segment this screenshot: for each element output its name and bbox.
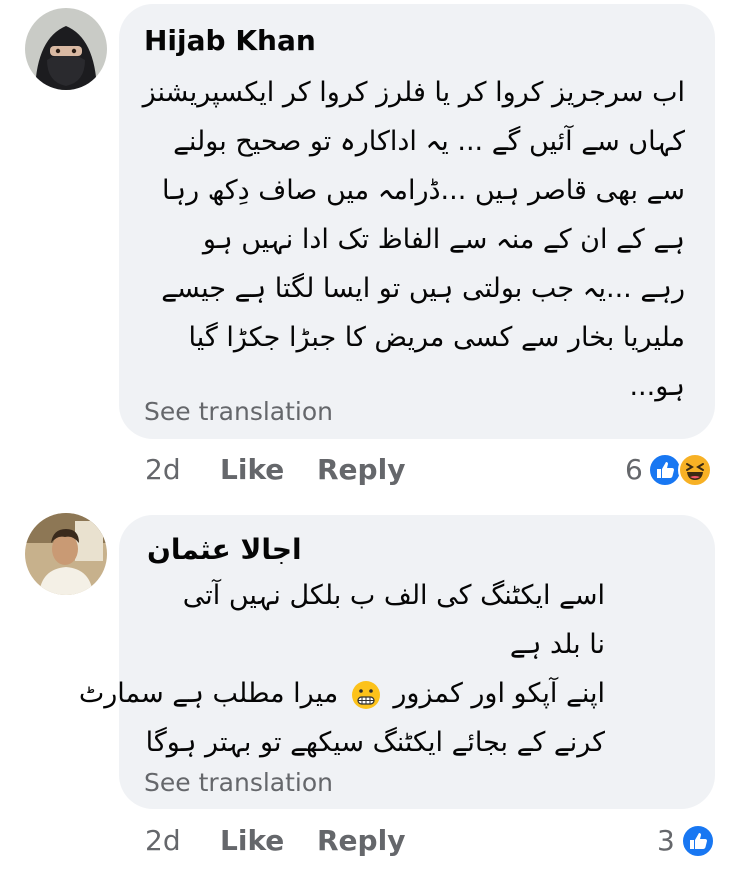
reaction-count[interactable]: 3 — [657, 821, 675, 861]
comment-bubble: اجالا عثمان اسے ایکٹنگ کی الف ب بلکل نہی… — [79, 515, 715, 809]
comment-actions: 2d Like Reply 6 — [145, 450, 715, 490]
like-reaction-icon[interactable] — [648, 453, 682, 487]
avatar[interactable] — [25, 8, 107, 90]
comment-line-with-emoji: اپنے آپکو اور کمزور میرا مطلب ہے سمارٹ — [79, 669, 605, 718]
comment-line: اسے ایکٹنگ کی الف ب بلکل نہیں آتی — [182, 580, 605, 611]
avatar-hijab-icon — [25, 8, 107, 90]
comment-bubble: Hijab Khan اب سرجریز کروا کر یا فلرز کرو… — [119, 4, 715, 439]
reply-button[interactable]: Reply — [317, 450, 405, 490]
reaction-count[interactable]: 6 — [625, 450, 643, 490]
like-button[interactable]: Like — [220, 450, 284, 490]
comment-text: اب سرجریز کروا کر یا فلرز کروا کر ایکسپر… — [143, 68, 685, 411]
comment-line: اب سرجریز کروا کر یا فلرز کروا کر ایکسپر… — [142, 77, 685, 108]
timestamp[interactable]: 2d — [145, 450, 181, 490]
like-button[interactable]: Like — [220, 821, 284, 861]
comment-line: رہے ...یہ جب بولتی ہیں تو ایسا لگتا ہے ج… — [161, 273, 685, 304]
comment-line: ہے کے ان کے منہ سے الفاظ تک ادا نہیں ہو — [202, 224, 685, 255]
comment-line: سے بھی قاصر ہیں ...ڈرامہ میں صاف دِکھ رہ… — [162, 175, 685, 206]
comment-line: میرا مطلب ہے سمارٹ — [78, 678, 339, 709]
comment-author[interactable]: Hijab Khan — [144, 24, 316, 58]
timestamp[interactable]: 2d — [145, 821, 181, 861]
comment-author[interactable]: اجالا عثمان — [147, 533, 302, 567]
comment-line: نا بلد ہے — [509, 629, 605, 660]
grimacing-emoji-icon — [351, 680, 380, 709]
like-reaction-icon[interactable] — [681, 824, 715, 858]
reply-button[interactable]: Reply — [317, 821, 405, 861]
comment-line: اپنے آپکو اور کمزور — [393, 678, 605, 709]
comment-actions: 2d Like Reply 3 — [145, 821, 715, 861]
comment-line: کہاں سے آئیں گے ... یہ اداکارہ تو صحیح ب… — [173, 126, 685, 157]
comment-line: کرنے کے بجائے ایکٹنگ سیکھے تو بہتر ہوگا — [145, 727, 605, 758]
comment-text: اسے ایکٹنگ کی الف ب بلکل نہیں آتی نا بلد… — [79, 571, 605, 767]
haha-reaction-icon[interactable] — [678, 453, 712, 487]
see-translation-link[interactable]: See translation — [144, 397, 333, 426]
comment-line: ملیریا بخار سے کسی مریض کا جبڑا جکڑا گیا — [188, 322, 685, 353]
see-translation-link[interactable]: See translation — [144, 768, 333, 797]
